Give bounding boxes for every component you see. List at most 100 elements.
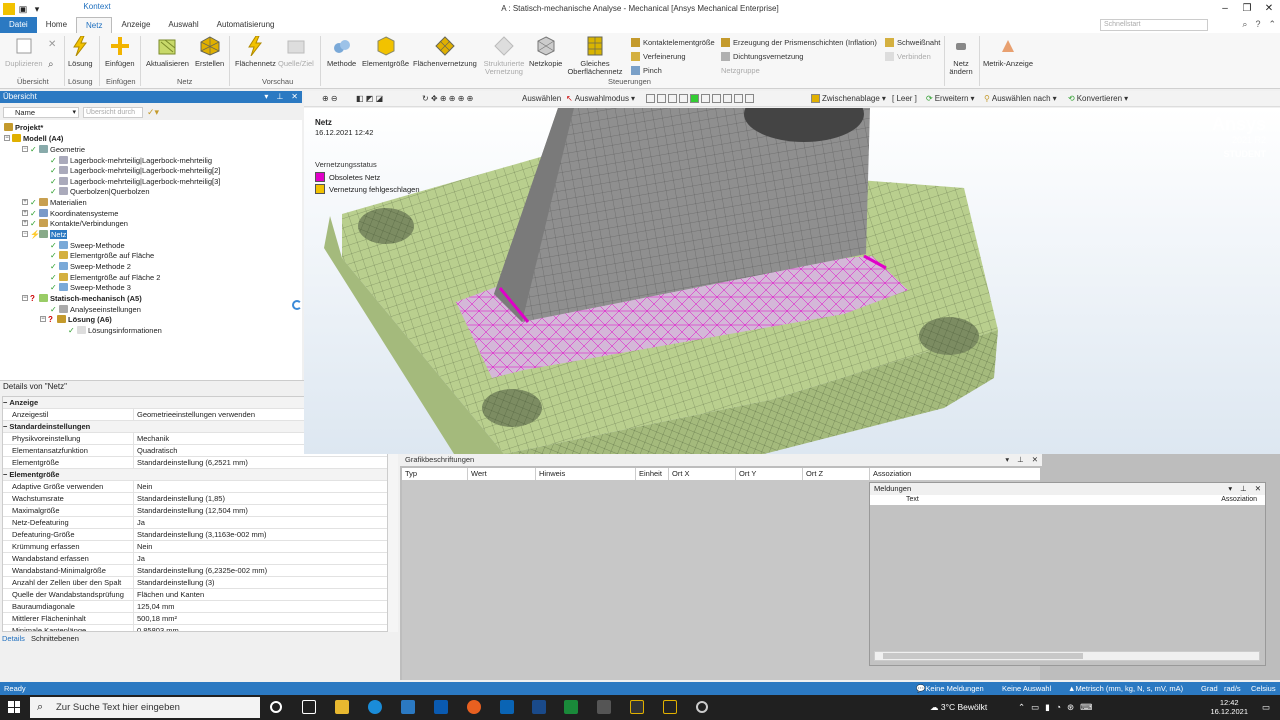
col-loc-z[interactable]: Ort Z bbox=[803, 468, 870, 480]
app-icon[interactable] bbox=[597, 700, 611, 714]
tree-node-body3[interactable]: ✓ Lagerbock-mehrteilig|Lagerbock-mehrteil… bbox=[50, 176, 220, 186]
tree-node-body2[interactable]: ✓ Lagerbock-mehrteilig|Lagerbock-mehrteil… bbox=[50, 165, 220, 175]
tree-node-solution-information[interactable]: ✓ Lösungsinformationen bbox=[68, 325, 162, 335]
pin-icon[interactable]: ⊥ bbox=[276, 91, 283, 103]
element-size-button[interactable]: Elementgröße bbox=[362, 35, 409, 68]
notifications-icon[interactable]: ▭ bbox=[1262, 695, 1270, 720]
mail-icon[interactable] bbox=[434, 700, 448, 714]
tree-node-materials[interactable]: + ✓ Materialien bbox=[22, 197, 87, 207]
messages-horizontal-scrollbar[interactable] bbox=[874, 651, 1260, 661]
find-icon[interactable]: ⌕ bbox=[48, 59, 54, 70]
panel-menu-icon[interactable]: ▾ bbox=[1228, 483, 1232, 495]
tree-node-geometry[interactable]: − ✓ Geometrie bbox=[22, 144, 85, 154]
change-mesh-button[interactable]: Netz ändern bbox=[946, 35, 976, 76]
generate-button[interactable]: Erstellen bbox=[195, 35, 224, 68]
tab-display[interactable]: Anzeige bbox=[112, 17, 159, 33]
details-row[interactable]: Wandabstand erfassen Ja bbox=[3, 553, 387, 565]
close-icon[interactable]: ✕ bbox=[1255, 483, 1261, 495]
surface-mesh-button[interactable]: Flächennetz bbox=[235, 35, 276, 68]
extend-button[interactable]: ⟳ Erweitern ▾ bbox=[926, 94, 975, 103]
property-value[interactable]: Geometrieeinstellungen verwenden bbox=[134, 409, 255, 420]
status-selection[interactable]: Keine Auswahl bbox=[1002, 682, 1051, 695]
tree-node-sweep-method-2[interactable]: ✓ Sweep-Methode 2 bbox=[50, 261, 131, 271]
select-button[interactable]: Auswählen bbox=[522, 94, 561, 103]
contact-sizing-button[interactable]: Kontaktelementgröße bbox=[631, 38, 715, 47]
details-row[interactable]: Minimale Kantenlänge 0,85803 mm bbox=[3, 625, 387, 631]
maximize-button[interactable]: ❐ bbox=[1236, 0, 1258, 17]
collapse-ribbon-icon[interactable]: ⌃ bbox=[1268, 19, 1276, 30]
inflation-button[interactable]: Erzeugung der Prismenschichten (Inflatio… bbox=[721, 38, 877, 47]
close-icon[interactable]: ✕ bbox=[291, 91, 298, 103]
weather-widget[interactable]: ☁ 3°C Bewölkt bbox=[930, 695, 987, 720]
details-row[interactable]: Wandabstand-Minimalgröße Standardeinstell… bbox=[3, 565, 387, 577]
details-row[interactable]: Elementgröße Standardeinstellung (6,2521 … bbox=[3, 457, 387, 469]
property-value[interactable]: Flächen und Kanten bbox=[134, 589, 204, 600]
tab-details[interactable]: Details bbox=[2, 634, 25, 643]
filter-options-icon[interactable]: ✓▾ bbox=[147, 107, 159, 118]
taskbar-search-input[interactable]: ⌕ Zur Suche Text hier eingeben bbox=[30, 697, 260, 718]
col-value[interactable]: Wert bbox=[468, 468, 536, 480]
details-category[interactable]: − Elementgröße bbox=[3, 469, 387, 481]
system-tray-icons[interactable]: ⌃▭▮◔⊛⌨ bbox=[1018, 695, 1098, 720]
property-value[interactable]: Ja bbox=[134, 553, 145, 564]
col-unit[interactable]: Einheit bbox=[636, 468, 669, 480]
zoom-icon[interactable]: ⊕ ⊖ bbox=[322, 94, 338, 103]
gasket-meshing-button[interactable]: Dichtungsvernetzung bbox=[721, 52, 803, 61]
col-association[interactable]: Assoziation bbox=[870, 468, 970, 480]
file-explorer-icon[interactable] bbox=[335, 700, 349, 714]
tree-node-model[interactable]: − Modell (A4) bbox=[4, 133, 63, 143]
tree-node-sweep-method-3[interactable]: ✓ Sweep-Methode 3 bbox=[50, 282, 131, 292]
property-value[interactable]: Quadratisch bbox=[134, 445, 177, 456]
col-type[interactable]: Typ bbox=[402, 468, 468, 480]
tree-node-face-sizing[interactable]: ✓ Elementgröße auf Fläche bbox=[50, 250, 154, 260]
col-association[interactable]: Assoziation bbox=[1221, 495, 1257, 505]
method-button[interactable]: Methode bbox=[327, 35, 356, 68]
tab-section-planes[interactable]: Schnittebenen bbox=[31, 634, 79, 643]
status-rate-unit[interactable]: rad/s bbox=[1224, 682, 1241, 695]
name-filter-select[interactable]: Name bbox=[3, 106, 79, 118]
task-view-icon[interactable] bbox=[302, 700, 316, 714]
mesh-model[interactable] bbox=[304, 108, 1280, 454]
empty-selection-button[interactable]: [ Leer ] bbox=[892, 94, 917, 103]
details-row[interactable]: Wachstumsrate Standardeinstellung (1,85) bbox=[3, 493, 387, 505]
status-messages[interactable]: 💬 Keine Meldungen bbox=[916, 682, 984, 695]
refinement-button[interactable]: Verfeinerung bbox=[631, 52, 686, 61]
property-value[interactable]: Standardeinstellung (6,2325e-002 mm) bbox=[134, 565, 267, 576]
weld-button[interactable]: Schweißnaht bbox=[885, 38, 940, 47]
taskbar-clock[interactable]: 12:42 16.12.2021 bbox=[1210, 698, 1248, 716]
tree-node-face-sizing-2[interactable]: ✓ Elementgröße auf Fläche 2 bbox=[50, 272, 160, 282]
pin-icon[interactable]: ⊥ bbox=[1240, 483, 1247, 495]
select-mode-button[interactable]: ↖ Auswahlmodus ▾ bbox=[566, 94, 635, 103]
delete-icon[interactable]: ✕ bbox=[48, 39, 56, 50]
tab-file[interactable]: Datei bbox=[0, 17, 37, 33]
face-meshing-button[interactable]: Flächenvernetzung bbox=[413, 35, 477, 68]
clipboard-button[interactable]: Zwischenablage ▾ bbox=[811, 94, 886, 103]
convert-button[interactable]: ⟲ Konvertieren ▾ bbox=[1068, 94, 1128, 103]
panel-menu-icon[interactable]: ▾ bbox=[264, 91, 268, 103]
terminal-icon[interactable] bbox=[564, 700, 578, 714]
tree-node-connections[interactable]: + ✓ Kontakte/Verbindungen bbox=[22, 218, 128, 228]
windows-start-icon[interactable] bbox=[8, 701, 20, 713]
property-value[interactable]: Standardeinstellung (1,85) bbox=[134, 493, 225, 504]
tab-mesh[interactable]: Netz bbox=[76, 17, 113, 33]
property-value[interactable]: Standardeinstellung (12,504 mm) bbox=[134, 505, 248, 516]
pin-icon[interactable]: ⊥ bbox=[1017, 454, 1024, 466]
outlook-icon[interactable] bbox=[500, 700, 514, 714]
metric-graph-button[interactable]: Metrik-Anzeige bbox=[983, 35, 1033, 68]
rotate-icon[interactable]: ↻ ✥ ⊕ ⊕ ⊕ ⊕ bbox=[422, 94, 473, 103]
mesh-copy-button[interactable]: Netzkopie bbox=[529, 35, 562, 68]
details-row[interactable]: Netz-Defeaturing Ja bbox=[3, 517, 387, 529]
col-loc-x[interactable]: Ort X bbox=[669, 468, 736, 480]
workbench-icon[interactable] bbox=[630, 700, 644, 714]
tab-selection[interactable]: Auswahl bbox=[159, 17, 207, 33]
solve-button[interactable]: Lösung bbox=[68, 35, 93, 68]
duplicate-button[interactable]: Duplizieren bbox=[5, 35, 43, 68]
details-row[interactable]: Krümmung erfassen Nein bbox=[3, 541, 387, 553]
panel-menu-icon[interactable]: ▾ bbox=[1005, 454, 1009, 466]
tab-home[interactable]: Home bbox=[37, 17, 76, 33]
col-note[interactable]: Hinweis bbox=[536, 468, 636, 480]
search-icon[interactable]: ⌕ bbox=[1242, 19, 1247, 30]
tree-node-analysis-settings[interactable]: ✓ Analyseeinstellungen bbox=[50, 304, 141, 314]
quick-launch-input[interactable]: Schnellstart bbox=[1100, 19, 1208, 31]
property-value[interactable]: Nein bbox=[134, 481, 152, 492]
